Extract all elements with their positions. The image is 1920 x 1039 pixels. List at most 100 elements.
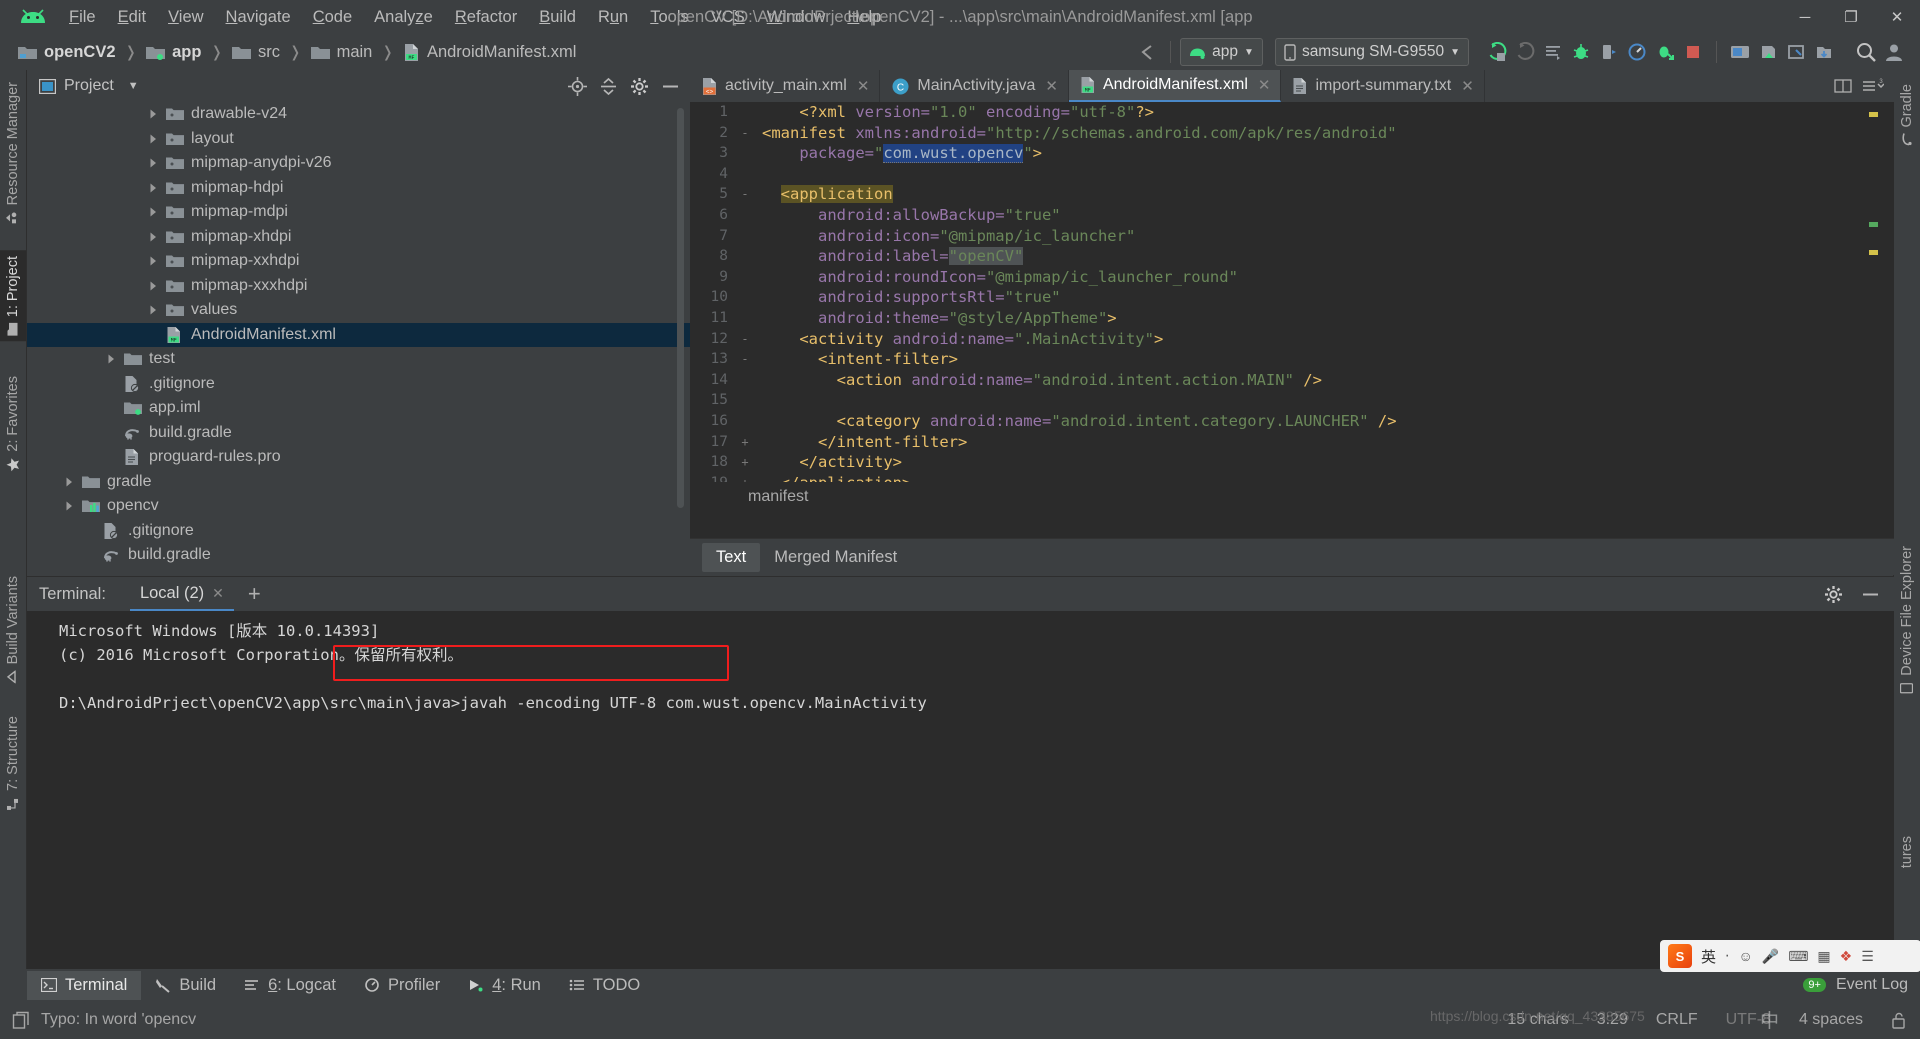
run-icon[interactable]: [1483, 38, 1511, 66]
tree-item[interactable]: layout: [27, 127, 690, 152]
expand-arrow-icon[interactable]: [146, 254, 160, 268]
back-arrow-icon[interactable]: [1133, 38, 1161, 66]
editor-tab-androidmanifest-xml[interactable]: MF AndroidManifest.xml ✕: [1068, 70, 1282, 102]
gift-icon[interactable]: ❖: [1840, 948, 1853, 965]
tree-item[interactable]: drawable-v24: [27, 102, 690, 127]
fold-toggle-icon[interactable]: +: [736, 452, 754, 473]
tree-item[interactable]: mipmap-mdpi: [27, 200, 690, 225]
ime-language-label[interactable]: 英: [1701, 946, 1716, 967]
chevron-down-icon[interactable]: ▼: [128, 80, 139, 92]
tool-button-logcat[interactable]: 6: Logcat: [230, 971, 350, 1000]
expand-arrow-icon[interactable]: [146, 303, 160, 317]
stop-icon[interactable]: [1679, 38, 1707, 66]
tree-item[interactable]: proguard-rules.pro: [27, 445, 690, 470]
tree-item[interactable]: mipmap-anydpi-v26: [27, 151, 690, 176]
tool-button-terminal[interactable]: Terminal: [27, 970, 142, 1000]
tab-list-icon[interactable]: 3: [1862, 78, 1884, 94]
run-configuration-selector[interactable]: app ▼: [1180, 38, 1263, 66]
expand-arrow-icon[interactable]: [146, 230, 160, 244]
editor-marker-warning[interactable]: [1869, 250, 1878, 255]
tree-item[interactable]: mipmap-hdpi: [27, 176, 690, 201]
unlocked-icon[interactable]: [1891, 1012, 1906, 1029]
expand-arrow-icon[interactable]: [62, 499, 76, 513]
maximize-button[interactable]: ❐: [1828, 0, 1874, 34]
sidebar-item-resource-manager[interactable]: Resource Manager: [0, 76, 26, 230]
menu-help[interactable]: Help: [836, 5, 892, 30]
run-coverage-icon[interactable]: [1651, 38, 1679, 66]
menu-refactor[interactable]: Refactor: [444, 5, 528, 30]
profiler-icon[interactable]: [1623, 38, 1651, 66]
expand-arrow-icon[interactable]: [146, 132, 160, 146]
copy-icon[interactable]: [12, 1011, 31, 1030]
device-selector[interactable]: samsung SM-G9550 ▼: [1274, 38, 1469, 66]
close-icon[interactable]: ✕: [857, 77, 870, 95]
fold-toggle-icon[interactable]: -: [736, 349, 754, 370]
image-icon[interactable]: ▦: [1817, 948, 1830, 965]
indent-setting[interactable]: 4 spaces: [1799, 1011, 1863, 1029]
tool-button-profiler[interactable]: Profiler: [350, 971, 454, 1000]
tree-item[interactable]: mipmap-xhdpi: [27, 225, 690, 250]
tree-item[interactable]: mipmap-xxxhdpi: [27, 274, 690, 299]
expand-arrow-icon[interactable]: [146, 279, 160, 293]
settings-gear-icon[interactable]: [630, 77, 649, 96]
menu-analyze[interactable]: Analyze: [363, 5, 444, 30]
tree-item[interactable]: opencv: [27, 494, 690, 519]
menu-vcs[interactable]: VCS: [700, 5, 756, 30]
debug-icon[interactable]: [1567, 38, 1595, 66]
tab-text[interactable]: Text: [702, 542, 761, 572]
tree-item-selected[interactable]: MF AndroidManifest.xml: [27, 322, 690, 347]
editor-breadcrumb[interactable]: manifest: [690, 482, 1894, 512]
tab-merged-manifest[interactable]: Merged Manifest: [760, 543, 911, 572]
breadcrumb-item-main[interactable]: main: [307, 43, 377, 62]
breadcrumb-item-module[interactable]: app: [142, 43, 205, 62]
tree-item[interactable]: build.gradle: [27, 543, 690, 568]
sidebar-item-device-file-explorer[interactable]: Device File Explorer: [1894, 540, 1920, 701]
menu-build[interactable]: Build: [528, 5, 587, 30]
attach-debugger-icon[interactable]: [1595, 38, 1623, 66]
line-separator[interactable]: CRLF: [1656, 1011, 1698, 1029]
breadcrumb-item-file[interactable]: MF AndroidManifest.xml: [399, 43, 580, 62]
sidebar-item-build-variants[interactable]: Build Variants: [0, 570, 26, 689]
event-log-button[interactable]: Event Log: [1836, 976, 1908, 994]
expand-arrow-icon[interactable]: [146, 181, 160, 195]
sync-gradle-icon[interactable]: [1539, 38, 1567, 66]
close-icon[interactable]: ✕: [212, 585, 224, 602]
collapse-all-icon[interactable]: [599, 77, 618, 96]
add-terminal-button[interactable]: +: [234, 581, 275, 607]
sidebar-item-favorites[interactable]: 2: Favorites: [0, 370, 26, 478]
sdk-manager-icon[interactable]: [1754, 38, 1782, 66]
tree-item[interactable]: build.gradle: [27, 421, 690, 446]
menu-icon[interactable]: ☰: [1861, 948, 1874, 965]
expand-arrow-icon[interactable]: [62, 475, 76, 489]
close-button[interactable]: ✕: [1874, 0, 1920, 34]
fold-toggle-icon[interactable]: -: [736, 329, 754, 350]
tree-item[interactable]: mipmap-xxhdpi: [27, 249, 690, 274]
expand-arrow-icon[interactable]: [104, 352, 118, 366]
sidebar-item-captures[interactable]: tures: [1894, 830, 1920, 874]
account-icon[interactable]: [1880, 38, 1908, 66]
project-tree-scrollbar[interactable]: [677, 108, 684, 508]
fold-toggle-icon[interactable]: -: [736, 123, 754, 144]
fold-toggle-icon[interactable]: -: [736, 184, 754, 205]
menu-file[interactable]: File: [58, 5, 107, 30]
tree-item[interactable]: values: [27, 298, 690, 323]
tool-button-run[interactable]: 4: Run: [454, 971, 555, 1000]
search-icon[interactable]: [1852, 38, 1880, 66]
editor-marker-warning[interactable]: [1869, 112, 1878, 117]
editor-marker-change[interactable]: [1869, 222, 1878, 227]
close-icon[interactable]: ✕: [1258, 76, 1271, 94]
menu-code[interactable]: Code: [302, 5, 363, 30]
sidebar-item-gradle[interactable]: Gradle: [1894, 78, 1920, 151]
editor-tab-import-summary-txt[interactable]: import-summary.txt ✕: [1281, 70, 1485, 102]
debug-attach-icon[interactable]: [1511, 38, 1539, 66]
terminal-output[interactable]: Microsoft Windows [版本 10.0.14393] (c) 20…: [27, 611, 1894, 970]
device-explorer-icon[interactable]: [1810, 38, 1838, 66]
close-icon[interactable]: ✕: [1045, 77, 1058, 95]
menu-edit[interactable]: Edit: [107, 5, 157, 30]
hide-icon[interactable]: [1861, 585, 1880, 604]
breadcrumb-item-project[interactable]: openCV2: [14, 43, 120, 62]
settings-gear-icon[interactable]: [1824, 585, 1843, 604]
editor-tab-mainactivity-java[interactable]: C MainActivity.java ✕: [880, 70, 1069, 102]
tree-item[interactable]: gradle: [27, 470, 690, 495]
dot-icon[interactable]: ‧: [1725, 948, 1729, 965]
